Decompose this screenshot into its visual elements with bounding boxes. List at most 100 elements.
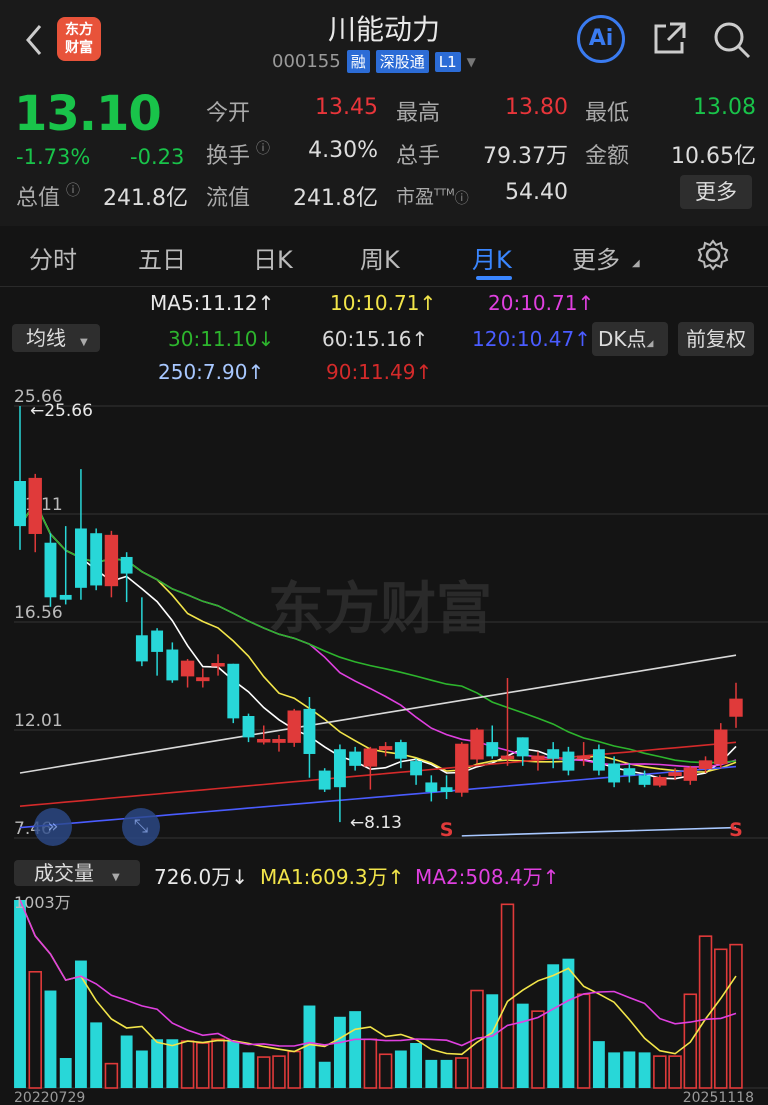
last-price: 13.10 [14, 86, 162, 142]
candle-body [59, 594, 72, 600]
y-axis-labels: 25.6621.1116.5612.017.46 [14, 388, 63, 839]
adjust-button[interactable]: 前复权 [678, 322, 754, 356]
tab-more[interactable]: 更多 [572, 240, 620, 275]
volume-bar [576, 993, 591, 1089]
candle-body [44, 542, 57, 598]
tag-margin: 融 [346, 50, 370, 73]
tab-intraday[interactable]: 分时 [29, 240, 77, 275]
volume-bar [135, 1050, 148, 1088]
float-label: 流值 [206, 186, 251, 211]
open-value: 13.45 [315, 95, 378, 120]
max-price-label: ←25.66 [30, 401, 93, 421]
start-date: 20220729 [14, 1090, 85, 1105]
volume-bars [14, 900, 743, 1089]
candle-body-fill [364, 749, 377, 766]
candle-body [425, 782, 438, 792]
volume-bar [242, 1052, 255, 1088]
info-icon[interactable]: ⓘ [66, 180, 80, 200]
volume-value: 79.37万 [483, 144, 568, 169]
dk-caret-icon: ◢ [646, 339, 654, 349]
ma60-legend: 60:15.16↑ [322, 327, 429, 351]
volume-bar [104, 1062, 119, 1089]
pe-label-text: 市盈 [396, 186, 435, 208]
low-label: 最低 [585, 101, 630, 126]
volume-bar [425, 1059, 438, 1088]
tab-weekly-k[interactable]: 周K [360, 240, 400, 275]
volume-bar [227, 1041, 240, 1088]
mcap-label: 总值 [16, 186, 61, 211]
candlestick-chart[interactable]: 东方财富 25.6621.1116.5612.017.46 ←25.66←8.1… [0, 388, 768, 853]
volume-bar [363, 1038, 378, 1089]
indicator-select[interactable]: 成交量 ▼ [14, 860, 140, 886]
amount-label: 金额 [585, 144, 630, 169]
ai-button[interactable]: Ai [577, 15, 625, 63]
candle-body-fill [181, 661, 194, 676]
candle-body-fill [29, 478, 42, 534]
tab-5day[interactable]: 五日 [138, 240, 186, 275]
dropdown-icon[interactable]: ▼ [467, 55, 476, 69]
min-price-label: ←8.13 [350, 813, 402, 833]
candle-body-fill [577, 756, 590, 759]
volume-bar [166, 1039, 179, 1088]
volume-max-label: 1003万 [14, 893, 71, 912]
candle-body [592, 749, 605, 771]
candle-body [486, 742, 499, 757]
volume-bar [608, 1052, 621, 1088]
candle-body [562, 751, 575, 771]
volume-bar [257, 1056, 271, 1089]
volume-bar [59, 1058, 72, 1088]
ma250-line [461, 826, 737, 837]
volume-bar [211, 1038, 225, 1089]
candle-body [90, 533, 103, 586]
ma90-legend: 90:11.49↑ [326, 360, 433, 384]
high-label: 最高 [396, 101, 441, 126]
turnover-label: 换手 [206, 144, 251, 169]
volume-bar [272, 1055, 286, 1089]
change-pct: -1.73% [16, 145, 91, 169]
candle-body [623, 768, 636, 776]
info-icon[interactable]: ⓘ [256, 138, 270, 158]
volume-bar [547, 964, 560, 1088]
candle-body-fill [196, 678, 209, 681]
candle-body-fill [212, 663, 224, 666]
volume-bar [74, 960, 87, 1088]
candle-body-fill [379, 746, 392, 750]
tab-daily-k[interactable]: 日K [253, 240, 293, 275]
end-date: 20251118 [683, 1090, 754, 1105]
dk-point-button[interactable]: DK点◢ [592, 322, 668, 356]
ma20-legend: 20:10.71↑ [488, 291, 595, 315]
volume-bar [500, 903, 515, 1089]
stock-subinfo: 000155 融 深股通 L1 ▼ [272, 50, 476, 73]
volume-chart[interactable]: 1003万 20220729 20251118 [0, 888, 768, 1105]
sell-signal: S [729, 819, 743, 841]
ma10-legend: 10:10.71↑ [330, 291, 437, 315]
expand-left-icon[interactable]: » [34, 808, 72, 846]
gear-icon[interactable] [696, 238, 730, 272]
volume-ma-lines [19, 899, 737, 1056]
candle-body [14, 481, 26, 527]
volume-bar [349, 1011, 362, 1088]
ma-lines [19, 500, 737, 837]
candle-body [333, 749, 346, 788]
volume-bar [151, 1039, 164, 1088]
ma-select[interactable]: 均线 ▼ [12, 324, 100, 352]
candle-body-fill [105, 535, 118, 586]
share-icon[interactable] [650, 20, 688, 58]
volume-bar [455, 1057, 469, 1089]
volume-bar [440, 1059, 453, 1088]
volume-bar [318, 1061, 331, 1088]
ma120-legend: 120:10.47↑ [472, 327, 591, 351]
search-icon[interactable] [712, 20, 752, 60]
volume-bar [333, 1016, 346, 1088]
candle-body-fill [653, 777, 666, 785]
ma60-line [19, 654, 737, 774]
candle-body [608, 763, 621, 783]
volume-ma1-line [19, 899, 737, 1056]
more-button[interactable]: 更多 [680, 175, 752, 209]
pe-label: 市盈TTMⓘ [396, 182, 469, 209]
volume-bar [378, 1053, 393, 1089]
info-icon[interactable]: ⓘ [455, 191, 469, 207]
tab-monthly-k[interactable]: 月K [472, 240, 512, 275]
fullscreen-icon[interactable]: ⤡ [122, 808, 160, 846]
candle-body-fill [273, 739, 285, 743]
